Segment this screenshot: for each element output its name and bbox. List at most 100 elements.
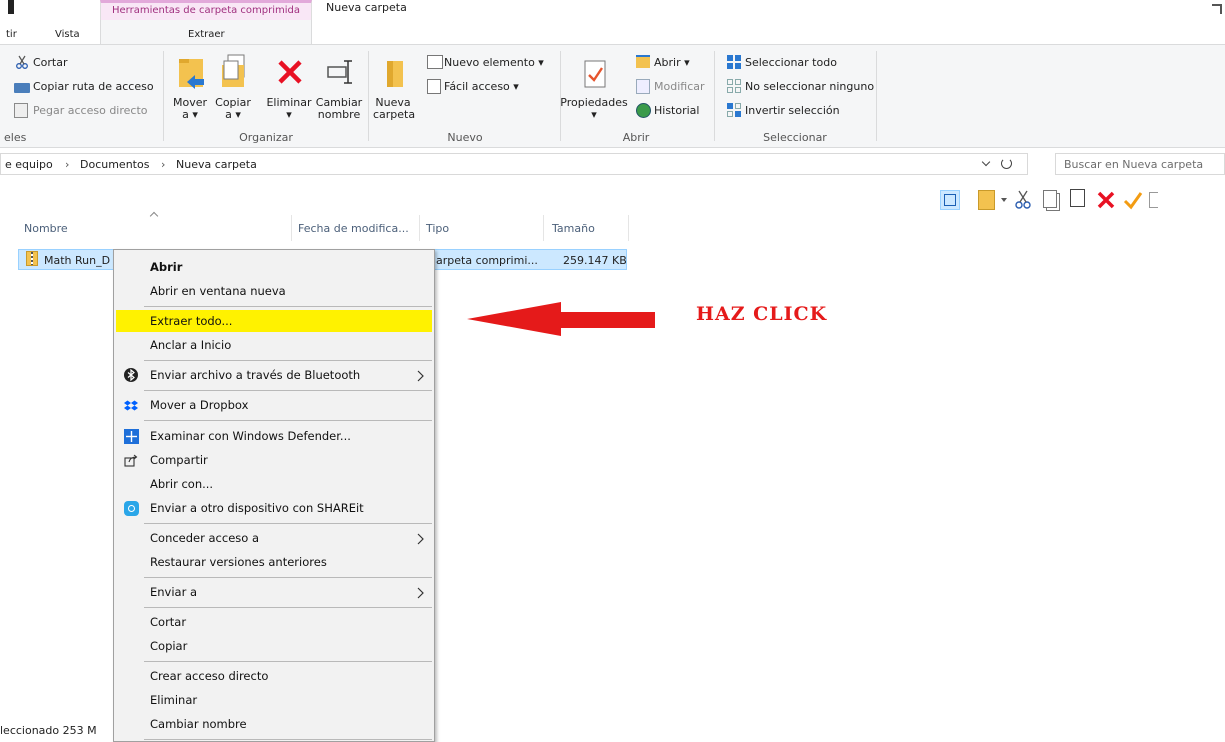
column-header-tipo[interactable]: Tipo	[426, 222, 449, 235]
cambiar-nombre-button[interactable]: Cambiar nombre	[314, 97, 364, 121]
tab-vista[interactable]: Vista	[55, 29, 80, 40]
contextual-tab-header: Herramientas de carpeta comprimida	[100, 0, 312, 20]
menu-separator	[144, 607, 432, 608]
zip-folder-icon	[26, 251, 38, 266]
delete-x-icon	[276, 57, 304, 87]
copiar-button[interactable]: Copiar a ▾	[214, 97, 252, 121]
bluetooth-icon	[124, 368, 138, 382]
cut-small-icon[interactable]	[1014, 190, 1032, 210]
red-arrow-annotation	[465, 299, 657, 339]
move-to-icon	[177, 55, 207, 91]
menu-item-crear-acceso-directo[interactable]: Crear acceso directo	[150, 669, 268, 683]
refresh-icon[interactable]	[1001, 158, 1012, 169]
context-menu: Abrir Abrir en ventana nueva Extraer tod…	[113, 249, 435, 742]
menu-item-abrir-con[interactable]: Abrir con...	[150, 477, 213, 491]
breadcrumb-nueva-carpeta[interactable]: Nueva carpeta	[176, 158, 257, 171]
edit-icon	[636, 79, 650, 94]
facil-acceso-button[interactable]: Fácil acceso ▾	[444, 80, 519, 93]
search-input[interactable]: Buscar en Nueva carpeta	[1055, 153, 1225, 175]
invert-selection-icon	[726, 102, 742, 118]
no-seleccionar-button[interactable]: No seleccionar ninguno	[745, 80, 874, 93]
historial-button[interactable]: Historial	[654, 104, 699, 117]
menu-item-cambiar-nombre[interactable]: Cambiar nombre	[150, 717, 247, 731]
menu-item-eliminar[interactable]: Eliminar	[150, 693, 197, 707]
share-icon	[124, 453, 138, 467]
partial-app-icon	[8, 0, 14, 14]
tab-extraer[interactable]: Extraer	[188, 29, 225, 40]
dropdown-small-icon[interactable]	[1001, 198, 1007, 202]
paste-small-icon[interactable]	[1070, 189, 1085, 207]
menu-item-abrir-ventana-nueva[interactable]: Abrir en ventana nueva	[150, 284, 286, 298]
modificar-button[interactable]: Modificar	[654, 80, 705, 93]
eliminar-button[interactable]: Eliminar ▾	[264, 97, 314, 121]
breadcrumb-separator[interactable]: ›	[65, 158, 69, 171]
submenu-chevron-icon	[417, 533, 425, 545]
status-bar-text: leccionado 253 M	[0, 724, 97, 737]
column-separator[interactable]	[543, 215, 544, 241]
breadcrumb-separator[interactable]: ›	[161, 158, 165, 171]
seleccionar-todo-button[interactable]: Seleccionar todo	[745, 56, 837, 69]
nueva-carpeta-button[interactable]: Nueva carpeta	[373, 97, 416, 121]
copy-small-icon[interactable]	[1043, 190, 1057, 208]
menu-item-bluetooth[interactable]: Enviar archivo a través de Bluetooth	[150, 368, 360, 382]
pegar-acceso-button[interactable]: Pegar acceso directo	[33, 104, 148, 117]
column-header-fecha[interactable]: Fecha de modifica...	[298, 222, 409, 235]
column-separator[interactable]	[628, 215, 629, 241]
abrir-dropdown-button[interactable]: Abrir ▾	[654, 56, 690, 69]
column-separator[interactable]	[291, 215, 292, 241]
history-icon	[636, 103, 651, 118]
menu-separator	[144, 306, 432, 307]
submenu-chevron-icon	[417, 370, 425, 382]
group-abrir-label: Abrir	[622, 131, 650, 144]
nueva-label-line2: carpeta	[373, 108, 416, 121]
submenu-chevron-icon	[417, 587, 425, 599]
preview-pane-icon[interactable]	[940, 190, 960, 210]
haz-click-annotation: HAZ CLICK	[696, 303, 828, 325]
tab-compartir-partial[interactable]: tir	[6, 29, 17, 40]
cambiar-label-line2: nombre	[317, 108, 361, 121]
menu-item-conceder-acceso[interactable]: Conceder acceso a	[150, 531, 259, 545]
properties-small-icon[interactable]	[978, 190, 995, 210]
nuevo-elemento-button[interactable]: Nuevo elemento ▾	[444, 56, 544, 69]
column-header-nombre[interactable]: Nombre	[24, 222, 68, 235]
partial-toolbar-icon[interactable]	[1149, 192, 1158, 208]
windows-defender-icon	[124, 429, 139, 444]
column-header-tamano[interactable]: Tamaño	[552, 222, 595, 235]
mover-arrow: a ▾	[182, 108, 198, 121]
column-separator[interactable]	[419, 215, 420, 241]
scissors-icon	[15, 55, 29, 69]
group-nuevo-label: Nuevo	[447, 131, 483, 144]
new-item-icon	[427, 55, 443, 69]
menu-separator	[144, 739, 432, 740]
menu-item-shareit[interactable]: Enviar a otro dispositivo con SHAREit	[150, 501, 364, 515]
menu-item-restaurar-versiones[interactable]: Restaurar versiones anteriores	[150, 555, 327, 569]
menu-item-abrir[interactable]: Abrir	[150, 260, 182, 274]
menu-separator	[144, 420, 432, 421]
check-small-icon[interactable]	[1123, 190, 1143, 210]
menu-item-compartir[interactable]: Compartir	[150, 453, 208, 467]
mover-button[interactable]: Mover a ▾	[172, 97, 208, 121]
paste-shortcut-icon	[14, 103, 28, 118]
group-organizar-label: Organizar	[239, 131, 293, 144]
breadcrumb-documentos[interactable]: Documentos	[80, 158, 149, 171]
menu-item-dropbox[interactable]: Mover a Dropbox	[150, 398, 248, 412]
cortar-button[interactable]: Cortar	[33, 56, 68, 69]
delete-small-icon[interactable]	[1096, 190, 1116, 210]
address-bar[interactable]: e equipo › Documentos › Nueva carpeta	[0, 153, 1028, 175]
expand-ribbon-icon[interactable]	[1212, 4, 1222, 14]
propiedades-button[interactable]: Propiedades ▾	[560, 97, 628, 121]
breadcrumb-este-equipo[interactable]: e equipo	[5, 158, 53, 171]
history-dropdown-chevron-icon[interactable]	[981, 157, 991, 167]
menu-item-windows-defender[interactable]: Examinar con Windows Defender...	[150, 429, 351, 443]
menu-item-enviar-a[interactable]: Enviar a	[150, 585, 197, 599]
sort-indicator-icon	[149, 211, 159, 221]
copiar-ruta-button[interactable]: Copiar ruta de acceso	[33, 80, 154, 93]
menu-item-anclar-inicio[interactable]: Anclar a Inicio	[150, 338, 231, 352]
ribbon: Cortar Copiar ruta de acceso Pegar acces…	[0, 44, 1225, 148]
invertir-seleccion-button[interactable]: Invertir selección	[745, 104, 840, 117]
menu-item-cortar[interactable]: Cortar	[150, 615, 186, 629]
select-none-icon	[726, 78, 742, 94]
menu-item-copiar[interactable]: Copiar	[150, 639, 187, 653]
menu-item-extraer-todo[interactable]: Extraer todo...	[150, 314, 232, 328]
file-name[interactable]: Math Run_D	[44, 254, 110, 267]
